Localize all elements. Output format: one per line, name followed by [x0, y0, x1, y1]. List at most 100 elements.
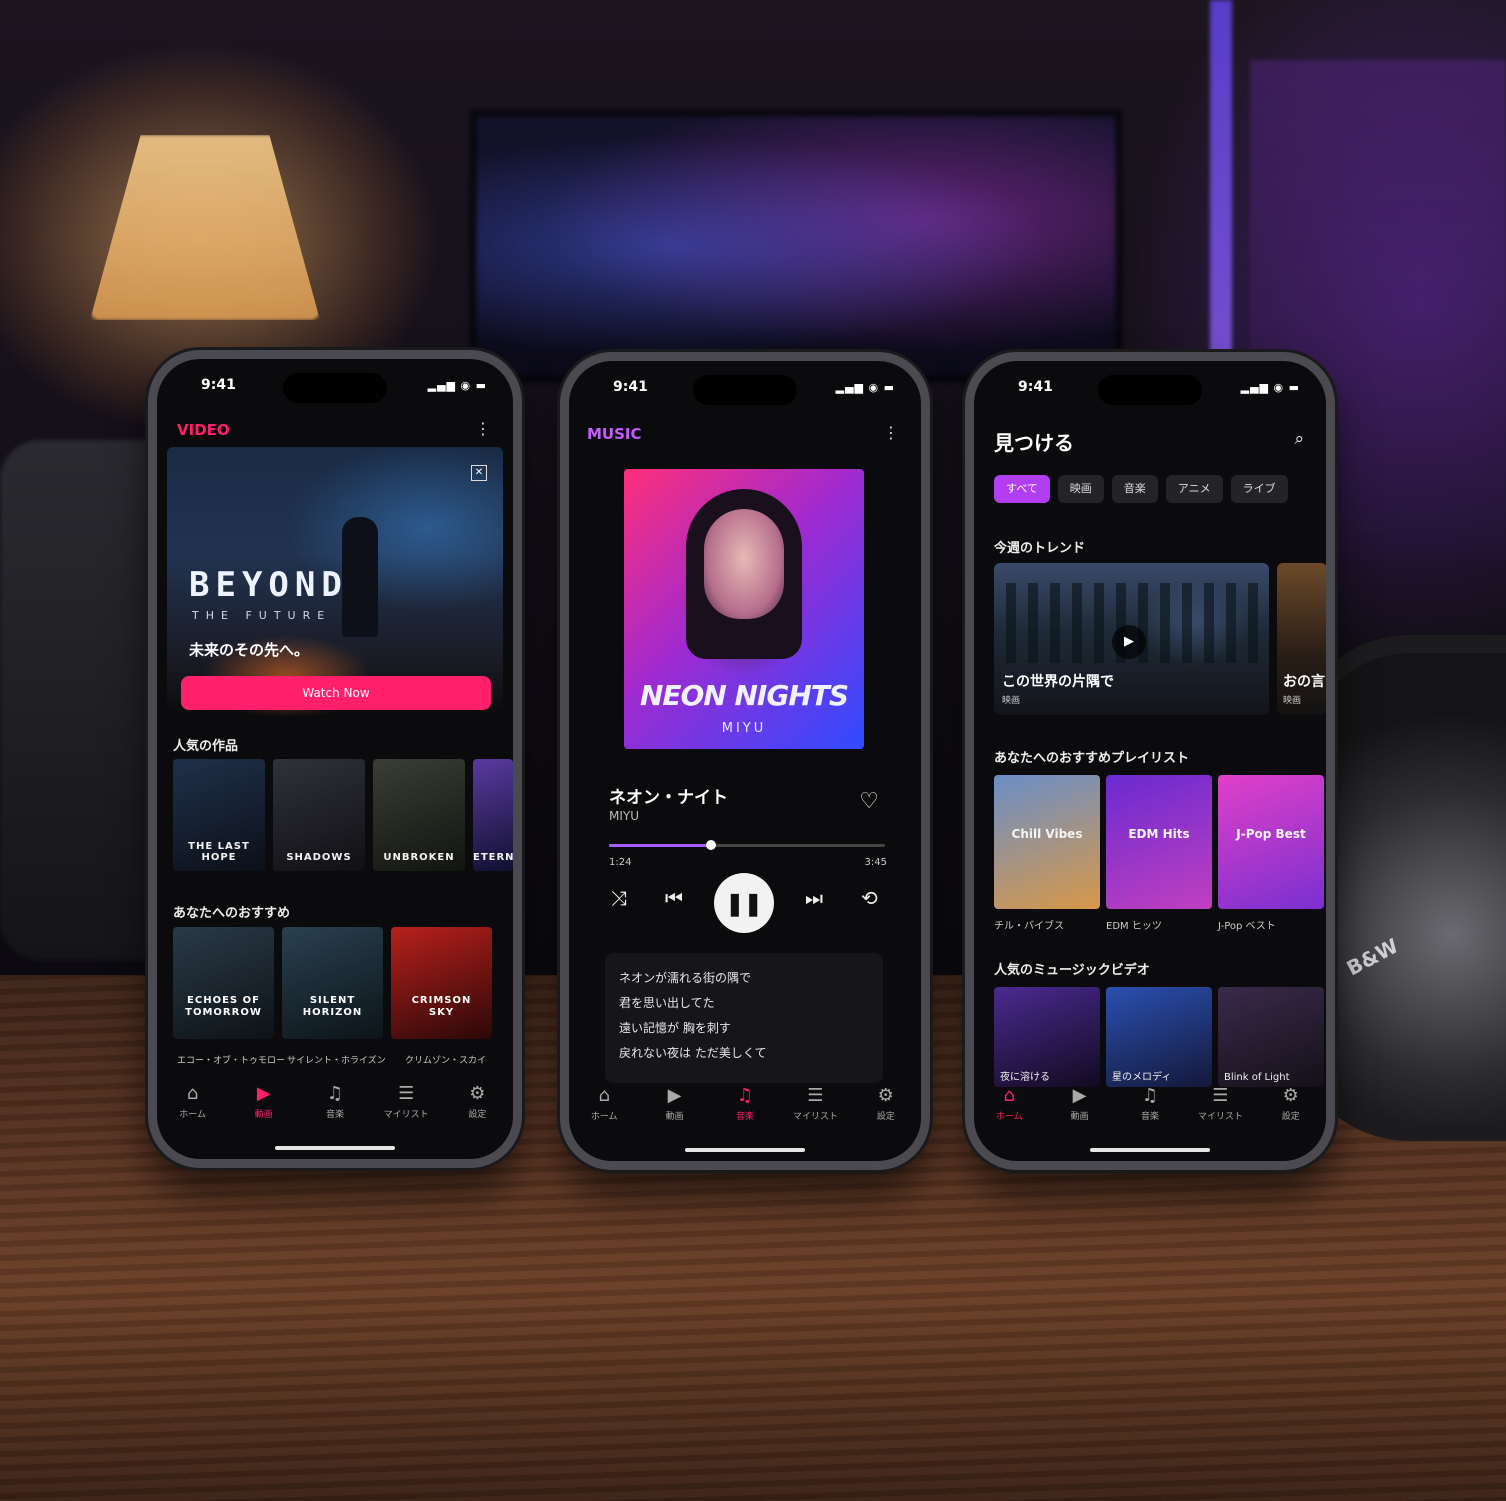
trend-title: この世界の片隅で	[1002, 674, 1114, 690]
status-time: 9:41	[201, 377, 236, 393]
list-icon: ☰	[807, 1085, 824, 1106]
section-title-trend: 今週のトレンド	[994, 541, 1086, 556]
dynamic-island	[283, 373, 387, 403]
next-icon[interactable]: ⏭	[805, 886, 823, 910]
mv-card[interactable]: 星のメロディ	[1106, 987, 1212, 1087]
music-icon: ♫	[1141, 1085, 1159, 1106]
album-art: NEON NIGHTS MIYU	[624, 469, 864, 749]
list-icon: ☰	[398, 1083, 415, 1104]
tab-music[interactable]: ♫ 音楽	[305, 1083, 365, 1133]
tab-bar: ⌂ ホーム ▶ 動画 ♫ 音楽 ☰ マイリスト ⚙ 設定	[157, 1083, 513, 1133]
tab-home[interactable]: ⌂ ホーム	[979, 1085, 1039, 1135]
more-icon[interactable]: ⋮	[475, 419, 491, 438]
home-indicator[interactable]	[685, 1148, 805, 1152]
tab-music[interactable]: ♫ 音楽	[1120, 1085, 1180, 1135]
home-indicator[interactable]	[1090, 1148, 1210, 1152]
tab-bar: ⌂ ホーム ▶ 動画 ♫ 音楽 ☰ マイリスト ⚙ 設定	[974, 1085, 1326, 1135]
poster-silent-horizon[interactable]: SILENT HORIZON	[282, 927, 383, 1039]
music-icon: ♫	[736, 1085, 754, 1106]
home-indicator[interactable]	[275, 1146, 395, 1150]
heart-icon[interactable]: ♡	[859, 789, 879, 814]
video-icon: ▶	[667, 1085, 682, 1106]
status-icons: ▂▄▆ ◉ ▬	[1240, 381, 1300, 394]
gear-icon: ⚙	[1282, 1085, 1299, 1106]
home-icon: ⌂	[1003, 1085, 1015, 1106]
phone-music: 9:41 ▂▄▆ ◉ ▬ MUSIC ⋮ NEON NIGHTS MIYU ネオ…	[560, 352, 930, 1170]
poster-etern[interactable]: ETERN	[473, 759, 513, 871]
album-artist: MIYU	[721, 721, 767, 736]
poster-shadows[interactable]: SHADOWS	[273, 759, 365, 871]
lyrics-panel[interactable]: ネオンが濡れる街の隅で 君を思い出してた 遠い記憶が 胸を刺す 戻れない夜は た…	[605, 953, 883, 1083]
recommend-row: ECHOES OF TOMORROW SILENT HORIZON CRIMSO…	[173, 927, 492, 1039]
playlist-caption: J-Pop ベスト	[1218, 921, 1276, 932]
tab-video[interactable]: ▶ 動画	[645, 1085, 705, 1135]
section-title-playlist: あなたへのおすすめプレイリスト	[994, 751, 1190, 766]
popular-row: THE LAST HOPE SHADOWS UNBROKEN ETERN	[173, 759, 513, 871]
list-icon: ☰	[1212, 1085, 1229, 1106]
trend-category: 映画	[1283, 696, 1302, 706]
lyric-line: 戻れない夜は ただ美しくて	[619, 1046, 767, 1060]
tab-home[interactable]: ⌂ ホーム	[163, 1083, 223, 1133]
phone-video: 9:41 ▂▄▆ ◉ ▬ VIDEO ⋮ ✕ BEYOND THE FUTURE…	[148, 350, 522, 1168]
chip-movies[interactable]: 映画	[1057, 475, 1104, 503]
poster-echoes-of-tomorrow[interactable]: ECHOES OF TOMORROW	[173, 927, 274, 1039]
poster-crimson-sky[interactable]: CRIMSON SKY	[391, 927, 492, 1039]
time-elapsed: 1:24	[609, 857, 632, 868]
tab-settings[interactable]: ⚙ 設定	[1261, 1085, 1321, 1135]
caption-crimson: クリムゾン・スカイ	[405, 1056, 487, 1066]
more-icon[interactable]: ⋮	[883, 423, 899, 442]
caption-silent: サイレント・ホライズン	[287, 1056, 386, 1066]
playlist-chill-vibes[interactable]: Chill Vibes	[994, 775, 1100, 909]
hero-subtitle: THE FUTURE	[192, 609, 332, 622]
lyric-line: ネオンが濡れる街の隅で	[619, 971, 752, 985]
video-icon: ▶	[1072, 1085, 1087, 1106]
poster-unbroken[interactable]: UNBROKEN	[373, 759, 465, 871]
app-brand: VIDEO	[177, 421, 230, 439]
chip-music[interactable]: 音楽	[1111, 475, 1158, 503]
song-artist: MIYU	[609, 809, 640, 823]
repeat-icon[interactable]: ⟲	[861, 886, 878, 910]
chip-anime[interactable]: アニメ	[1165, 475, 1223, 503]
trend-card[interactable]: ▶ この世界の片隅で 映画	[994, 563, 1269, 715]
shuffle-icon[interactable]: ⤨	[611, 886, 627, 910]
app-brand: MUSIC	[587, 425, 642, 443]
chip-all[interactable]: すべて	[994, 475, 1050, 503]
tab-settings[interactable]: ⚙ 設定	[856, 1085, 916, 1135]
mv-card[interactable]: Blink of Light	[1218, 987, 1324, 1087]
dynamic-island	[693, 375, 797, 405]
trend-card-2[interactable]: おの言 映画	[1277, 563, 1326, 715]
search-icon[interactable]: ⌕	[1294, 429, 1304, 449]
tab-mylist[interactable]: ☰ マイリスト	[1190, 1085, 1250, 1135]
poster-the-last-hope[interactable]: THE LAST HOPE	[173, 759, 265, 871]
status-icons: ▂▄▆ ◉ ▬	[427, 379, 487, 392]
caption-echoes: エコー・オブ・トゥモロー	[177, 1056, 286, 1066]
progress-bar[interactable]	[609, 840, 885, 850]
mv-card[interactable]: 夜に溶ける	[994, 987, 1100, 1087]
playlist-edm-hits[interactable]: EDM Hits	[1106, 775, 1212, 909]
playlist-jpop-best[interactable]: J-Pop Best	[1218, 775, 1324, 909]
tab-home[interactable]: ⌂ ホーム	[574, 1085, 634, 1135]
page-title: 見つける	[994, 431, 1074, 455]
section-title-recommend: あなたへのおすすめ	[173, 906, 291, 921]
watch-now-button[interactable]: Watch Now	[181, 676, 491, 710]
progress-knob[interactable]	[706, 840, 717, 850]
home-icon: ⌂	[598, 1085, 610, 1106]
tab-settings[interactable]: ⚙ 設定	[447, 1083, 507, 1133]
play-icon[interactable]: ▶	[1112, 625, 1146, 659]
playlist-caption: チル・バイブス	[994, 921, 1064, 932]
tab-music[interactable]: ♫ 音楽	[715, 1085, 775, 1135]
close-icon[interactable]: ✕	[471, 465, 487, 481]
tab-video[interactable]: ▶ 動画	[234, 1083, 294, 1133]
pause-button[interactable]: ❚❚	[714, 873, 774, 933]
tab-mylist[interactable]: ☰ マイリスト	[376, 1083, 436, 1133]
dynamic-island	[1098, 375, 1202, 405]
previous-icon[interactable]: ⏮	[665, 886, 683, 910]
tab-mylist[interactable]: ☰ マイリスト	[785, 1085, 845, 1135]
video-icon: ▶	[256, 1083, 271, 1104]
album-face	[704, 509, 784, 619]
chip-live[interactable]: ライブ	[1230, 475, 1288, 503]
hero-banner[interactable]: ✕ BEYOND THE FUTURE 未来のその先へ。	[167, 447, 503, 715]
section-title-mv: 人気のミュージックビデオ	[994, 963, 1150, 978]
tab-video[interactable]: ▶ 動画	[1050, 1085, 1110, 1135]
time-total: 3:45	[864, 857, 887, 868]
